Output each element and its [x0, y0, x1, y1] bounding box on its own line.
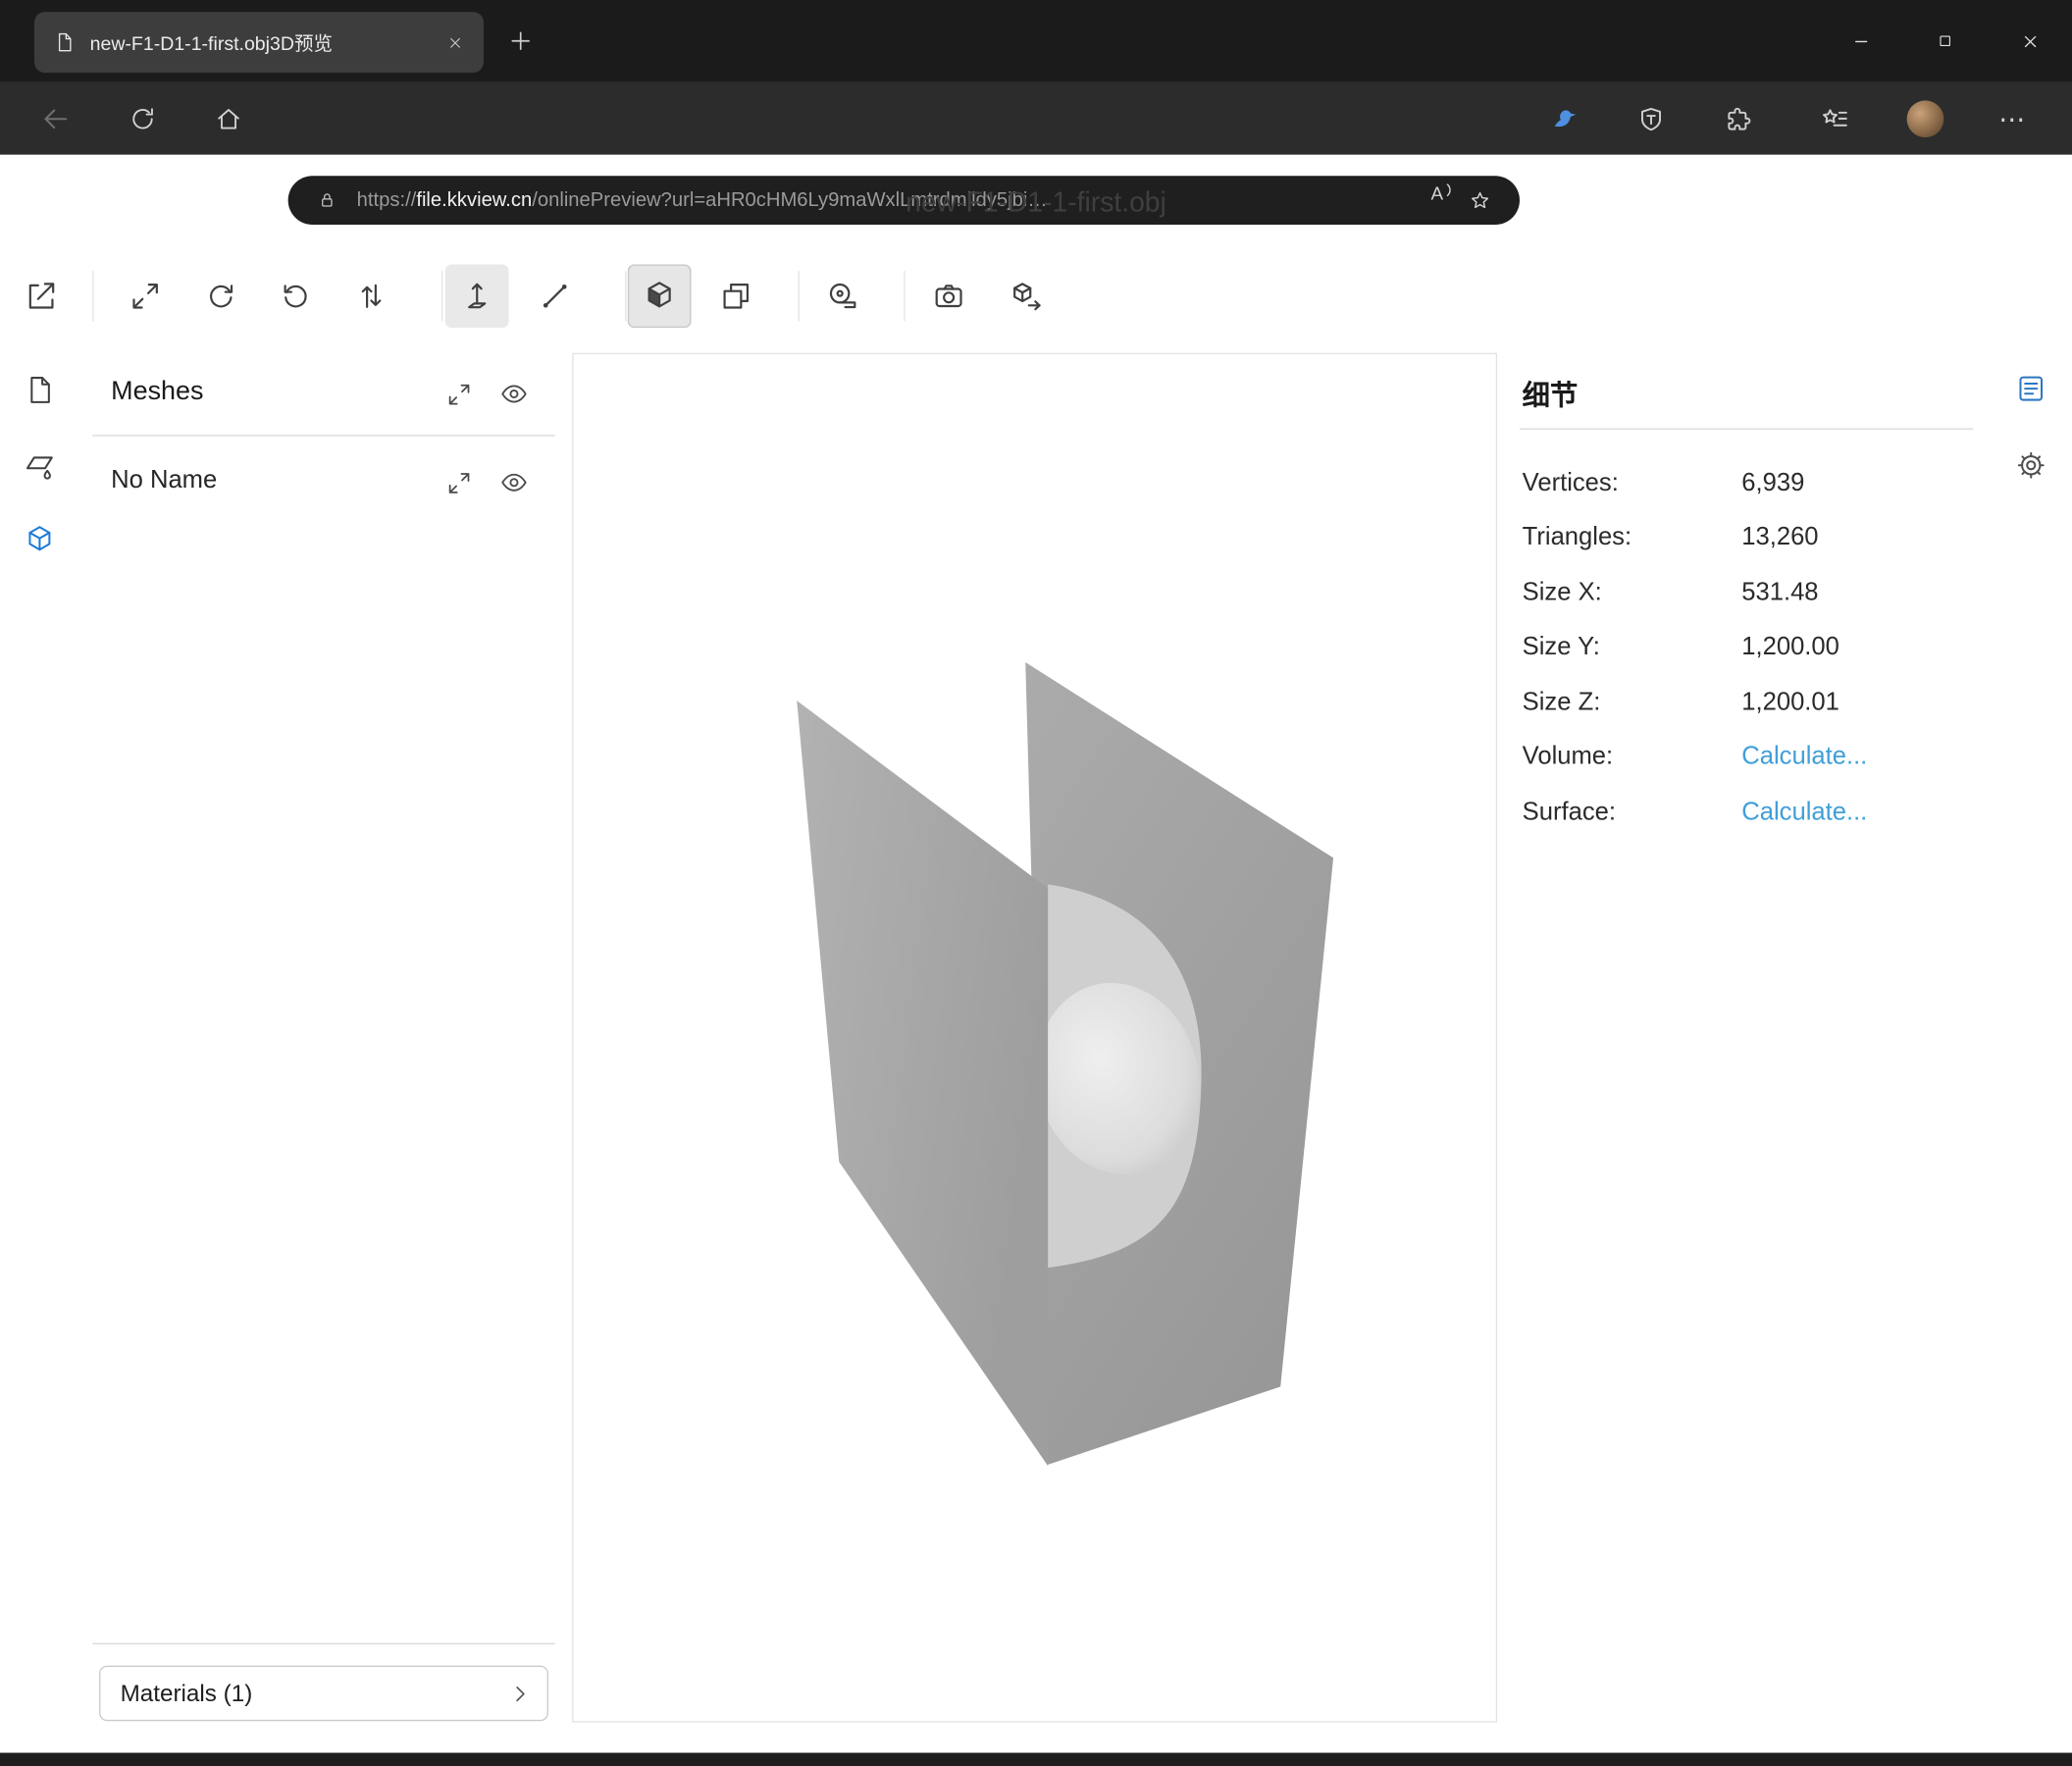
- flip-vertical-icon: [354, 279, 388, 313]
- calculate-volume-link[interactable]: Calculate...: [1741, 744, 1867, 773]
- open-model-icon: [24, 279, 58, 313]
- toggle-all-visibility-button[interactable]: [498, 378, 530, 409]
- wireframe-view-button[interactable]: [704, 264, 768, 328]
- rotate-cw-icon: [203, 279, 237, 313]
- eye-icon: [499, 468, 529, 497]
- refresh-icon[interactable]: [125, 100, 162, 137]
- toolbar-divider: [625, 271, 626, 321]
- page-favicon-icon: [53, 30, 77, 54]
- model-plane-left: [797, 701, 1048, 1466]
- settings-gear-icon: [2015, 449, 2046, 481]
- export-model-button[interactable]: [995, 264, 1059, 328]
- model-cube-icon: [24, 524, 55, 555]
- window-bottom-edge: [0, 1753, 2072, 1766]
- toolbar-divider: [799, 271, 800, 321]
- tape-measure-icon: [826, 279, 860, 313]
- cube-half-shaded-icon: [643, 279, 677, 313]
- expand-arrows-icon: [444, 469, 472, 496]
- browser-navbar: https://file.kkview.cn/onlinePreview?url…: [0, 82, 2072, 155]
- measure-line-icon: [538, 279, 572, 313]
- tape-measure-button[interactable]: [811, 264, 875, 328]
- materials-tab[interactable]: [23, 448, 57, 483]
- window-controls: [1818, 0, 2072, 82]
- new-tab-button[interactable]: [503, 24, 538, 58]
- 3d-viewport[interactable]: [572, 353, 1497, 1723]
- file-page-icon: [24, 374, 55, 405]
- zoom-to-mesh-button[interactable]: [442, 467, 474, 498]
- toolbar-divider: [441, 271, 442, 321]
- browser-titlebar: new-F1-D1-1-first.obj3D预览: [0, 0, 2072, 82]
- extensions-puzzle-icon[interactable]: [1721, 102, 1755, 136]
- toggle-mesh-visibility-button[interactable]: [498, 467, 530, 498]
- detail-row-volume: Volume: Calculate...: [1523, 730, 1973, 785]
- expand-arrows-icon: [444, 380, 472, 407]
- shaded-view-button[interactable]: [628, 264, 692, 328]
- minimize-button[interactable]: [1818, 0, 1902, 82]
- browser-window: new-F1-D1-1-first.obj3D预览: [0, 0, 2072, 1766]
- back-icon[interactable]: [37, 100, 75, 137]
- screenshot-root: new-F1-D1-1-first.obj3D预览: [0, 0, 2072, 1766]
- details-view-tab[interactable]: [2014, 372, 2048, 406]
- materials-icon: [24, 449, 55, 481]
- details-rows: Vertices: 6,939 Triangles: 13,260 Size X…: [1523, 456, 1973, 840]
- fullscreen-icon: [129, 279, 163, 313]
- up-axis-icon: [460, 279, 494, 313]
- rotate-cw-button[interactable]: [189, 264, 253, 328]
- mesh-name: No Name: [111, 467, 217, 496]
- browser-tab[interactable]: new-F1-D1-1-first.obj3D预览: [34, 12, 484, 73]
- bird-extension-icon[interactable]: [1549, 102, 1583, 136]
- detail-row-size-z: Size Z: 1,200.01: [1523, 675, 1973, 730]
- profile-avatar[interactable]: [1907, 100, 1944, 137]
- detail-row-triangles: Triangles: 13,260: [1523, 511, 1973, 566]
- rotate-ccw-icon: [279, 279, 313, 313]
- calculate-surface-link[interactable]: Calculate...: [1741, 798, 1867, 827]
- panel-divider: [92, 1643, 554, 1644]
- detail-row-size-y: Size Y: 1,200.00: [1523, 621, 1973, 676]
- home-icon[interactable]: [210, 100, 247, 137]
- detail-row-size-x: Size X: 531.48: [1523, 566, 1973, 621]
- model-filename-title: new-F1-D1-1-first.obj: [0, 187, 2072, 219]
- measure-line-button[interactable]: [523, 264, 587, 328]
- detail-row-surface: Surface: Calculate...: [1523, 785, 1973, 840]
- close-button[interactable]: [1988, 0, 2072, 82]
- fit-view-button[interactable]: [114, 264, 178, 328]
- screenshot-button[interactable]: [917, 264, 981, 328]
- favorites-hub-icon[interactable]: [1817, 102, 1851, 136]
- detail-row-vertices: Vertices: 6,939: [1523, 456, 1973, 511]
- box-outline-icon: [719, 279, 753, 313]
- tab-close-icon[interactable]: [439, 26, 470, 58]
- materials-expander[interactable]: Materials (1): [99, 1666, 548, 1722]
- chevron-right-icon: [507, 1682, 531, 1705]
- export-model-icon: [1010, 279, 1044, 313]
- maximize-button[interactable]: [1903, 0, 1988, 82]
- panel-divider: [1520, 429, 1973, 430]
- more-menu-icon[interactable]: ⋯: [1993, 99, 2032, 138]
- model-tree-tab[interactable]: [23, 522, 57, 556]
- meshes-header: Meshes: [111, 377, 203, 407]
- materials-label: Materials (1): [121, 1680, 508, 1707]
- toolbar-divider: [904, 271, 905, 321]
- flip-vertical-button[interactable]: [339, 264, 403, 328]
- camera-icon: [932, 279, 966, 313]
- eye-icon: [499, 380, 529, 409]
- shield-extension-icon[interactable]: [1633, 102, 1668, 136]
- open-model-button[interactable]: [9, 264, 73, 328]
- settings-tab[interactable]: [2014, 448, 2048, 483]
- tab-title: new-F1-D1-1-first.obj3D预览: [90, 28, 440, 56]
- rotate-ccw-button[interactable]: [264, 264, 328, 328]
- details-list-icon: [2015, 373, 2046, 404]
- up-axis-button[interactable]: [445, 264, 509, 328]
- 3d-canvas[interactable]: [574, 354, 1496, 1721]
- zoom-to-all-button[interactable]: [442, 378, 474, 409]
- file-info-tab[interactable]: [23, 373, 57, 407]
- panel-divider: [92, 435, 554, 436]
- toolbar-divider: [92, 271, 93, 321]
- details-header: 细节: [1523, 374, 1579, 413]
